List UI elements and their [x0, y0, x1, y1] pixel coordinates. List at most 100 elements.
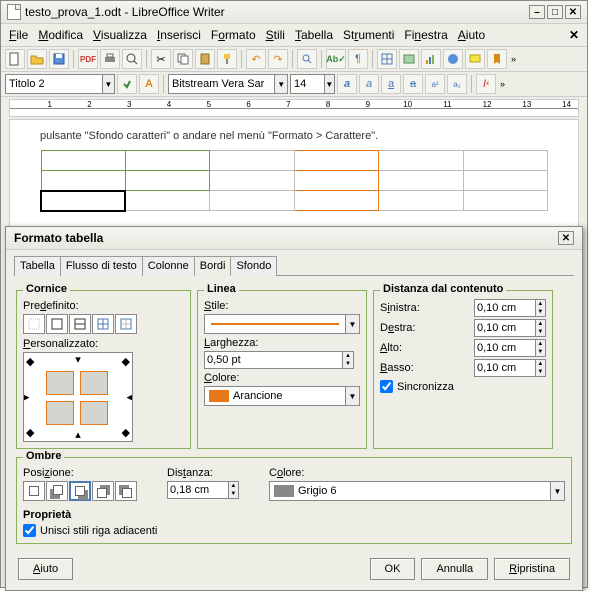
chevron-down-icon[interactable]: ▼	[102, 75, 114, 93]
find-icon[interactable]	[297, 49, 317, 69]
preset-outer[interactable]	[115, 314, 137, 334]
menu-aiuto[interactable]: Aiuto	[454, 26, 489, 44]
chevron-down-icon[interactable]: ▼	[324, 75, 334, 93]
spin-down-icon[interactable]: ▼	[343, 360, 353, 368]
shadow-color-combo[interactable]: Grigio 6 ▼	[269, 481, 565, 501]
preset-grid[interactable]	[92, 314, 114, 334]
label-ombre-colore: Colore:	[269, 467, 565, 479]
style-new-icon[interactable]: A	[139, 74, 159, 94]
minimize-button[interactable]: –	[529, 5, 545, 19]
reset-button[interactable]: Ripristina	[494, 558, 570, 580]
label-sinistra: Sinistra:	[380, 302, 420, 314]
shadow-bl[interactable]	[46, 481, 68, 501]
shadow-tl[interactable]	[115, 481, 137, 501]
ruler[interactable]: 12 34 56 78 910 1112 1314	[9, 99, 579, 117]
label-proprieta: Proprietà	[23, 509, 565, 521]
bookmark-icon[interactable]	[487, 49, 507, 69]
comment-icon[interactable]	[465, 49, 485, 69]
spellcheck-icon[interactable]: Ab✓	[326, 49, 346, 69]
spin-sinistra[interactable]: ▲▼	[474, 299, 546, 317]
preset-none[interactable]	[23, 314, 45, 334]
preset-horiz[interactable]	[69, 314, 91, 334]
undo-icon[interactable]: ↶	[246, 49, 266, 69]
paragraph-style-input[interactable]	[6, 78, 102, 90]
close-button[interactable]: ✕	[565, 5, 581, 19]
spin-alto[interactable]: ▲▼	[474, 339, 546, 357]
image-icon[interactable]	[399, 49, 419, 69]
dialog-close-icon[interactable]: ✕	[558, 231, 574, 245]
superscript-icon[interactable]: a²	[425, 74, 445, 94]
underline-icon[interactable]: a	[381, 74, 401, 94]
menu-inserisci[interactable]: Inserisci	[153, 26, 205, 44]
border-preview[interactable]: ◆ ◆ ◆ ◆ ▾ ▴ ▸ ◂	[23, 352, 133, 442]
spin-up-icon[interactable]: ▲	[343, 352, 353, 360]
checkbox-unisci[interactable]	[23, 524, 36, 537]
line-color-combo[interactable]: Arancione ▼	[204, 386, 360, 406]
line-width-spinner[interactable]: ▲▼	[204, 351, 354, 369]
menu-finestra[interactable]: Finestra	[400, 26, 451, 44]
dialog-titlebar: Formato tabella ✕	[6, 227, 582, 250]
new-doc-icon[interactable]	[5, 49, 25, 69]
bold-icon[interactable]: a	[337, 74, 357, 94]
redo-icon[interactable]: ↷	[268, 49, 288, 69]
tab-sfondo[interactable]: Sfondo	[230, 256, 277, 276]
menu-visualizza[interactable]: Visualizza	[89, 26, 151, 44]
clone-format-icon[interactable]	[217, 49, 237, 69]
group-title-linea: Linea	[204, 283, 239, 295]
print-icon[interactable]	[100, 49, 120, 69]
italic-icon[interactable]: a	[359, 74, 379, 94]
shadow-none[interactable]	[23, 481, 45, 501]
group-ombre: Ombre Posizione: Distanza:	[16, 457, 572, 544]
menu-strumenti[interactable]: Strumenti	[339, 26, 398, 44]
shadow-tr[interactable]	[92, 481, 114, 501]
chart-icon[interactable]	[421, 49, 441, 69]
copy-icon[interactable]	[173, 49, 193, 69]
doc-close-icon[interactable]: ✕	[565, 26, 583, 44]
tab-tabella[interactable]: Tabella	[14, 256, 61, 276]
paragraph-style-combo[interactable]: ▼	[5, 74, 115, 94]
shadow-br[interactable]	[69, 481, 91, 501]
menu-stili[interactable]: Stili	[262, 26, 289, 44]
font-size-combo[interactable]: ▼	[290, 74, 335, 94]
label-ombre-distanza: Distanza:	[167, 467, 239, 479]
toolbar-more-icon[interactable]: »	[511, 54, 516, 64]
ok-button[interactable]: OK	[370, 558, 416, 580]
spin-destra[interactable]: ▲▼	[474, 319, 546, 337]
tab-colonne[interactable]: Colonne	[142, 256, 195, 276]
open-icon[interactable]	[27, 49, 47, 69]
font-name-input[interactable]	[169, 78, 274, 90]
font-size-input[interactable]	[291, 78, 324, 90]
help-button[interactable]: Aiuto	[18, 558, 73, 580]
save-icon[interactable]	[49, 49, 69, 69]
spin-basso[interactable]: ▲▼	[474, 359, 546, 377]
tab-flusso[interactable]: Flusso di testo	[60, 256, 143, 276]
menu-tabella[interactable]: Tabella	[291, 26, 337, 44]
table-icon[interactable]	[377, 49, 397, 69]
checkbox-sincronizza[interactable]	[380, 380, 393, 393]
document-table[interactable]	[40, 150, 548, 212]
cut-icon[interactable]: ✂	[151, 49, 171, 69]
cancel-button[interactable]: Annulla	[421, 558, 488, 580]
paste-icon[interactable]	[195, 49, 215, 69]
menu-formato[interactable]: Formato	[207, 26, 260, 44]
subscript-icon[interactable]: a₂	[447, 74, 467, 94]
font-name-combo[interactable]: ▼	[168, 74, 288, 94]
export-pdf-icon[interactable]: PDF	[78, 49, 98, 69]
menu-file[interactable]: File	[5, 26, 32, 44]
clear-format-icon[interactable]: Ix	[476, 74, 496, 94]
line-style-combo[interactable]: ▼	[204, 314, 360, 334]
style-update-icon[interactable]	[117, 74, 137, 94]
toolbar-more-icon[interactable]: »	[500, 79, 505, 89]
hyperlink-icon[interactable]	[443, 49, 463, 69]
spin-ombre-distanza[interactable]: ▲▼	[167, 481, 239, 499]
preset-box[interactable]	[46, 314, 68, 334]
tab-bordi[interactable]: Bordi	[194, 256, 232, 276]
label-colore: Colore:	[204, 372, 360, 384]
print-preview-icon[interactable]	[122, 49, 142, 69]
maximize-button[interactable]: □	[547, 5, 563, 19]
label-personalizzato: Personalizzato:	[23, 338, 184, 350]
chevron-down-icon[interactable]: ▼	[274, 75, 287, 93]
strike-icon[interactable]: a	[403, 74, 423, 94]
menu-modifica[interactable]: Modifica	[34, 26, 87, 44]
nonprint-icon[interactable]: ¶	[348, 49, 368, 69]
